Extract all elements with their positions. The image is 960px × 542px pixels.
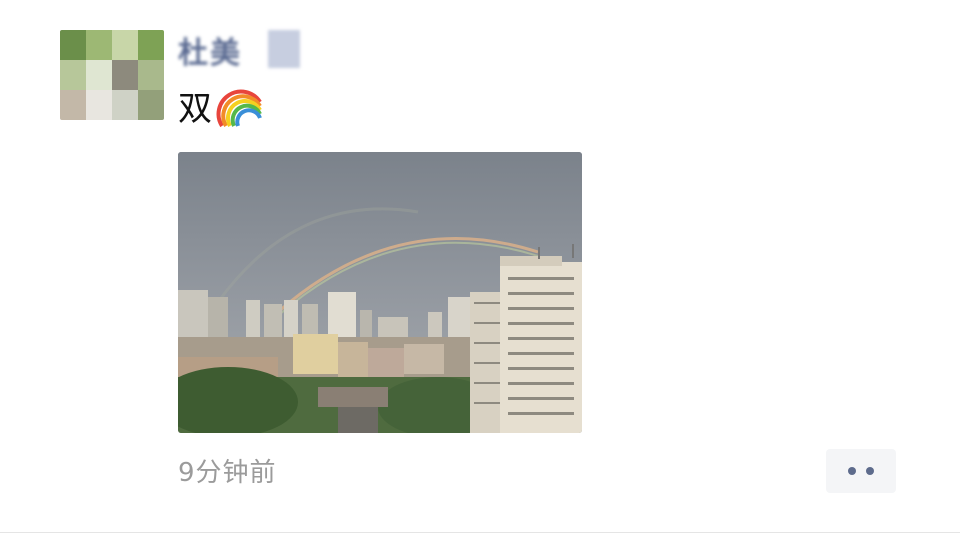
username-text: 杜美 — [178, 36, 242, 71]
username-mosaic — [268, 30, 300, 68]
more-dots-icon — [866, 467, 874, 475]
post-photo[interactable] — [178, 152, 582, 433]
post-divider — [0, 532, 960, 533]
avatar[interactable] — [60, 30, 164, 120]
more-dots-icon — [848, 467, 856, 475]
username[interactable]: 杜美 — [178, 28, 300, 72]
more-actions-button[interactable] — [826, 449, 896, 493]
post-timestamp: 9分钟前 — [178, 458, 277, 488]
post-content: 双 — [178, 82, 264, 129]
city-double-rainbow-photo — [178, 152, 582, 433]
rainbow-emoji — [216, 89, 262, 128]
moments-post: 杜美 双 9分钟前 — [0, 0, 960, 533]
post-text: 双 — [178, 88, 212, 129]
